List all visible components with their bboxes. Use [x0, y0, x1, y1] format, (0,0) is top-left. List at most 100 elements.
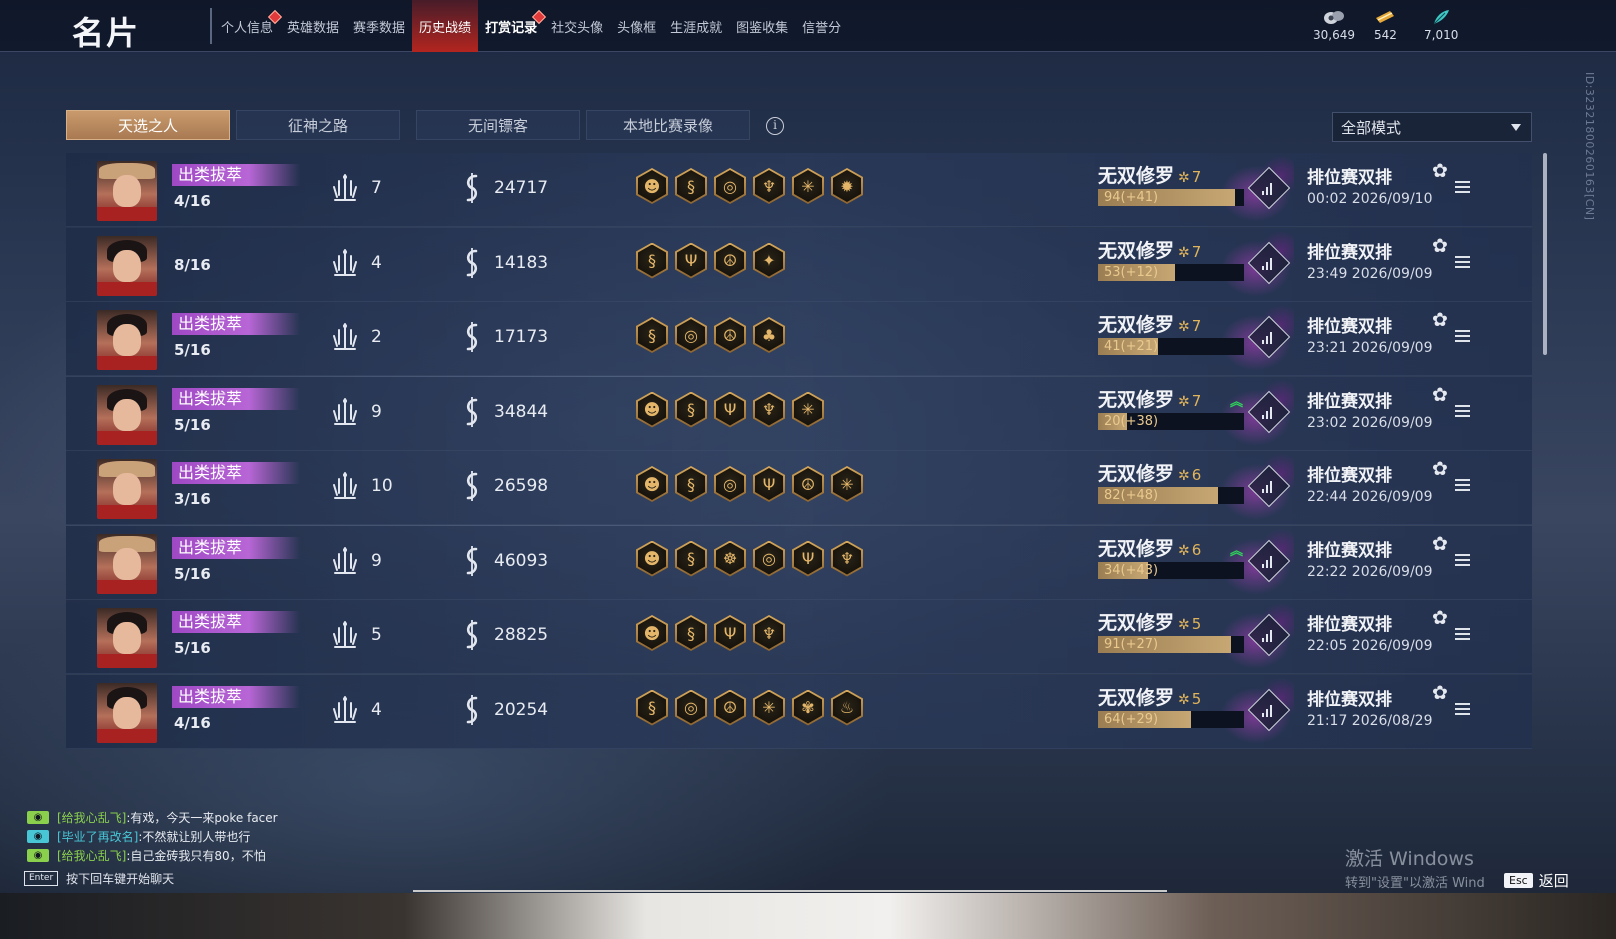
trait-hex-icon[interactable]: § — [636, 242, 668, 279]
trait-hex-icon[interactable]: ☻ — [636, 615, 668, 651]
trait-hex-icon[interactable]: ☻ — [636, 168, 668, 204]
settings-gear-icon[interactable]: ✿ — [1432, 533, 1448, 555]
nav-tab-4[interactable]: 打赏记录 — [478, 0, 547, 52]
trait-hex-icon[interactable]: ☮ — [714, 689, 746, 726]
settings-gear-icon[interactable]: ✿ — [1432, 309, 1448, 331]
trait-hex-icon[interactable]: ♨ — [831, 689, 863, 726]
trait-hex-icon[interactable]: ☻ — [636, 391, 668, 428]
kills-value: 4 — [371, 252, 382, 273]
trait-hex-icon[interactable]: ☮ — [714, 317, 746, 353]
subtab-1[interactable]: 征神之路 — [236, 110, 400, 140]
trait-hex-icon[interactable]: Ψ — [714, 391, 746, 428]
menu-icon[interactable] — [1455, 181, 1470, 193]
trait-hex-icon[interactable]: ✳ — [831, 466, 863, 502]
match-row[interactable]: 出类拔萃 5/16 9 46093 ☻ § ☸ ◎ Ψ ♆ 无双修罗 ✲ 6 ︽ 34(+43) 排位赛双排 2… — [66, 525, 1532, 600]
trait-hex-icon[interactable]: Ψ — [675, 242, 707, 279]
rank-tier: 无双修罗 ✲ 7 — [1098, 310, 1201, 337]
match-row[interactable]: 出类拔萃 5/16 9 34844 ☻ § Ψ ♆ ✳ 无双修罗 ✲ 7 ︽ 20(+38) 排位赛双排 23… — [66, 376, 1532, 451]
match-time: 23:21 2026/09/09 — [1307, 340, 1433, 356]
placement-rank: 4/16 — [174, 713, 211, 732]
menu-icon[interactable] — [1455, 628, 1470, 640]
settings-gear-icon[interactable]: ✿ — [1432, 160, 1448, 182]
nav-tab-9[interactable]: 信誉分 — [795, 0, 848, 52]
nav-tab-5[interactable]: 社交头像 — [544, 0, 610, 52]
chat-text: :不然就让别人带也行 — [138, 830, 251, 844]
trait-hex-icon[interactable]: ☮ — [714, 242, 746, 279]
trait-hex-icon[interactable]: Ψ — [753, 466, 785, 502]
list-scrollbar[interactable] — [1543, 153, 1547, 355]
match-row[interactable]: 8/16 4 14183 § Ψ ☮ ✦ 无双修罗 ✲ 7 53(+12) 排位赛双排 23:49 20… — [66, 227, 1532, 302]
trait-hex-icon[interactable]: ✳ — [753, 689, 785, 726]
menu-icon[interactable] — [1455, 702, 1470, 715]
nav-tab-7[interactable]: 生涯成就 — [663, 0, 729, 52]
menu-icon[interactable] — [1455, 404, 1470, 417]
menu-icon[interactable] — [1455, 255, 1470, 268]
trait-hex-icon[interactable]: § — [675, 615, 707, 651]
trait-hex-icon[interactable]: § — [636, 689, 668, 726]
trait-hex-icon[interactable]: ♣ — [753, 317, 785, 353]
damage-icon — [461, 321, 483, 353]
trait-hex-icon[interactable]: § — [675, 168, 707, 204]
match-row[interactable]: 出类拔萃 5/16 2 17173 § ◎ ☮ ♣ 无双修罗 ✲ 7 41(+21) 排位赛双排 23:2… — [66, 302, 1532, 376]
rank-tier: 无双修罗 ✲ 6 — [1098, 534, 1201, 561]
trait-hex-icon[interactable]: § — [675, 391, 707, 428]
match-row[interactable]: 出类拔萃 3/16 10 26598 ☻ § ◎ Ψ ☮ ✳ 无双修罗 ✲ 6 82(+48) 排位赛双排 2… — [66, 451, 1532, 525]
trait-hex-icon[interactable]: ☻ — [636, 540, 668, 577]
trait-hex-icon[interactable]: Ψ — [792, 540, 824, 577]
menu-icon[interactable] — [1455, 330, 1470, 342]
trait-hex-icon[interactable]: Ψ — [714, 615, 746, 651]
rank-tier-name: 无双修罗 — [1098, 537, 1175, 560]
rank-points-bar: 34(+43) — [1098, 561, 1244, 579]
settings-gear-icon[interactable]: ✿ — [1432, 607, 1448, 629]
subtab-0[interactable]: 天选之人 — [66, 110, 230, 140]
trait-hex-icon[interactable]: ✹ — [831, 168, 863, 204]
nav-tab-6[interactable]: 头像框 — [610, 0, 663, 52]
kills-icon — [332, 471, 358, 501]
nav-tab-0[interactable]: 个人信息 — [214, 0, 283, 52]
back-button[interactable]: Esc 返回 — [1504, 870, 1569, 891]
trait-hex-icon[interactable]: ✳ — [792, 168, 824, 204]
damage-value: 14183 — [494, 252, 549, 273]
trait-hex-icon[interactable]: ♆ — [753, 391, 785, 428]
trait-hex-icon[interactable]: ◎ — [753, 540, 785, 577]
settings-gear-icon[interactable]: ✿ — [1432, 682, 1448, 704]
trait-glyph: § — [648, 251, 656, 270]
trait-hex-icon[interactable]: ◎ — [675, 689, 707, 726]
menu-icon[interactable] — [1455, 553, 1470, 566]
subtab-3[interactable]: 本地比赛录像 — [586, 110, 750, 140]
nav-tab-8[interactable]: 图鉴收集 — [729, 0, 795, 52]
kills-icon — [332, 546, 358, 576]
trait-hex-icon[interactable]: ✳ — [792, 391, 824, 428]
trait-glyph: § — [648, 325, 656, 345]
trait-hex-icon[interactable]: ♆ — [831, 540, 863, 577]
trait-hex-icon[interactable]: § — [675, 540, 707, 577]
rank-points-bar: 41(+21) — [1098, 338, 1244, 355]
trait-hex-icon[interactable]: ☻ — [636, 466, 668, 502]
settings-gear-icon[interactable]: ✿ — [1432, 235, 1448, 257]
info-icon[interactable]: i — [766, 117, 784, 135]
trait-hex-icon[interactable]: ♆ — [753, 168, 785, 204]
menu-icon[interactable] — [1455, 479, 1470, 491]
trait-hex-icon[interactable]: ◎ — [714, 466, 746, 502]
settings-gear-icon[interactable]: ✿ — [1432, 458, 1448, 480]
settings-gear-icon[interactable]: ✿ — [1432, 384, 1448, 406]
trait-hex-icon[interactable]: § — [675, 466, 707, 502]
trait-hex-icon[interactable]: ☸ — [714, 540, 746, 577]
trait-hex-icon[interactable]: ☮ — [792, 466, 824, 502]
trait-hex-icon[interactable]: ✦ — [753, 242, 785, 279]
subtab-2[interactable]: 无间镖客 — [416, 110, 580, 140]
mode-filter-select[interactable]: 全部模式 — [1332, 112, 1532, 142]
match-row[interactable]: 出类拔萃 4/16 4 20254 § ◎ ☮ ✳ ✾ ♨ 无双修罗 ✲ 5 64(+29) 排位赛双排 21… — [66, 674, 1532, 749]
trait-hex-icon[interactable]: ◎ — [675, 317, 707, 353]
match-row[interactable]: 出类拔萃 5/16 5 28825 ☻ § Ψ ♆ 无双修罗 ✲ 5 91(+27) 排位赛双排 22:0… — [66, 600, 1532, 674]
trait-hex-icon[interactable]: § — [636, 317, 668, 353]
rank-tier-level: 5 — [1191, 689, 1202, 708]
trait-hex-icon[interactable]: ✾ — [792, 689, 824, 726]
match-row[interactable]: 出类拔萃 4/16 7 24717 ☻ § ◎ ♆ ✳ ✹ 无双修罗 ✲ 7 94(+41) 排位赛双排 00… — [66, 153, 1532, 227]
nav-tab-1[interactable]: 英雄数据 — [280, 0, 346, 52]
trait-glyph: § — [687, 400, 695, 419]
trait-hex-icon[interactable]: ◎ — [714, 168, 746, 204]
nav-tab-2[interactable]: 赛季数据 — [346, 0, 412, 52]
nav-tab-3[interactable]: 历史战绩 — [412, 0, 479, 52]
trait-hex-icon[interactable]: ♆ — [753, 615, 785, 651]
